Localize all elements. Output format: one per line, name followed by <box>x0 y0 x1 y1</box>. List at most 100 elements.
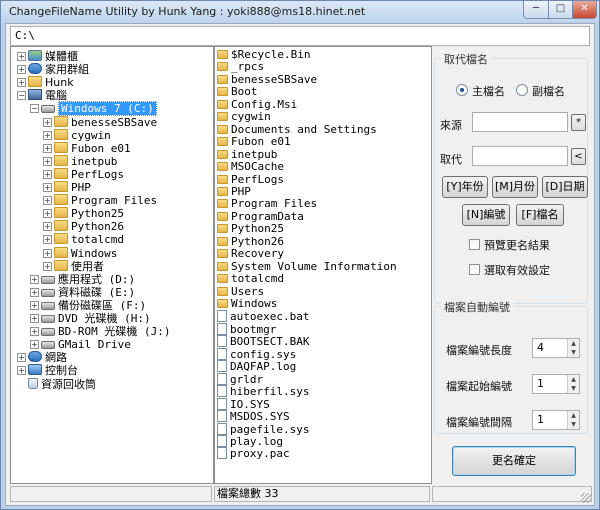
close-button[interactable]: ✕ <box>572 1 597 19</box>
expand-icon[interactable]: + <box>43 248 52 258</box>
folder-tree[interactable]: + 媒體櫃 + 家用群組 + Hunk − 電腦 − Windows 7 (C:) + benesse… <box>10 46 214 484</box>
tree-item[interactable]: − Windows 7 (C:) <box>30 101 157 117</box>
file-list-item[interactable]: bootmgr <box>217 322 276 335</box>
number-step-stepper[interactable]: 1 ▲ ▼ <box>532 410 580 430</box>
expand-icon[interactable]: + <box>17 65 26 75</box>
expand-icon[interactable]: + <box>43 235 52 245</box>
file-list-item[interactable]: IO.SYS <box>217 397 270 410</box>
tree-item[interactable]: − 電腦 <box>17 89 67 102</box>
replace-insert-button[interactable]: < <box>571 148 586 165</box>
tree-item[interactable]: + inetpub <box>43 154 117 168</box>
expand-icon[interactable]: + <box>43 222 52 232</box>
file-list[interactable]: $Recycle.Bin _rpcs benesseSBSave Boot Config… <box>214 46 432 484</box>
expand-icon[interactable]: + <box>17 78 26 88</box>
expand-icon[interactable]: + <box>43 156 52 166</box>
title-bar[interactable]: ChangeFileName Utility by Hunk Yang : yo… <box>1 1 599 23</box>
tree-item[interactable]: + 資料磁碟 (E:) <box>30 286 135 299</box>
expand-icon[interactable]: + <box>30 274 39 284</box>
stepper-down-icon[interactable]: ▼ <box>567 420 579 429</box>
radio-main-filename[interactable] <box>456 84 468 96</box>
insert-month-button[interactable]: [M]月份 <box>492 176 538 198</box>
expand-icon[interactable]: + <box>43 117 52 127</box>
tree-item[interactable]: + BD-ROM 光碟機 (J:) <box>30 325 170 338</box>
file-list-item[interactable]: hiberfil.sys <box>217 385 309 398</box>
file-list-item[interactable]: MSDOS.SYS <box>217 410 290 423</box>
file-list-item[interactable]: BOOTSECT.BAK <box>217 335 309 348</box>
expand-icon[interactable]: + <box>43 130 52 140</box>
expand-icon[interactable]: + <box>17 52 26 61</box>
tree-item[interactable]: + Python25 <box>43 207 124 220</box>
expand-icon[interactable]: + <box>43 209 52 219</box>
expand-icon[interactable]: + <box>43 169 52 179</box>
tree-item[interactable]: + Fubon e01 <box>43 141 131 155</box>
start-number-stepper[interactable]: 1 ▲ ▼ <box>532 374 580 394</box>
tree-item[interactable]: + 應用程式 (D:) <box>30 273 135 286</box>
tree-item[interactable]: + totalcmd <box>43 233 124 246</box>
expand-icon[interactable]: + <box>43 183 52 192</box>
tree-item-label: benesseSBSave <box>71 115 158 129</box>
file-list-item[interactable]: proxy.pac <box>217 447 290 460</box>
tree-item[interactable]: 資源回收筒 <box>17 377 96 391</box>
drive-icon <box>41 105 55 114</box>
tree-item[interactable]: + 使用者 <box>43 259 104 273</box>
tree-item[interactable]: + Python26 <box>43 220 124 233</box>
tree-item[interactable]: + Windows <box>43 246 117 260</box>
tree-item[interactable]: + PerfLogs <box>43 167 124 181</box>
stepper-down-icon[interactable]: ▼ <box>567 384 579 393</box>
tree-item[interactable]: + cygwin <box>43 128 111 142</box>
expand-icon[interactable]: + <box>30 287 39 297</box>
expand-icon[interactable]: + <box>43 261 52 271</box>
expand-icon[interactable]: + <box>30 300 39 310</box>
stepper-up-icon[interactable]: ▲ <box>567 411 579 420</box>
file-list-item[interactable]: play.log <box>217 434 283 447</box>
confirm-rename-button[interactable]: 更名確定 <box>452 446 576 476</box>
insert-year-button[interactable]: [Y]年份 <box>442 176 488 198</box>
expand-icon[interactable]: + <box>17 353 26 363</box>
expand-icon[interactable]: + <box>30 327 39 337</box>
folder-icon <box>217 236 228 246</box>
file-list-item[interactable]: pagefile.sys <box>217 422 309 435</box>
tree-item[interactable]: + 控制台 <box>17 364 78 377</box>
file-list-item[interactable]: Windows <box>217 298 277 310</box>
tree-item[interactable]: + 家用群組 <box>17 63 89 76</box>
select-valid-checkbox[interactable] <box>469 264 480 275</box>
tree-item[interactable]: + Hunk <box>17 76 74 89</box>
expand-icon[interactable]: + <box>17 366 26 376</box>
tree-item[interactable]: + Program Files <box>43 194 157 207</box>
expand-icon[interactable] <box>17 378 26 387</box>
expand-icon[interactable]: + <box>43 196 52 206</box>
expand-icon[interactable]: + <box>30 314 39 323</box>
source-wildcard-button[interactable]: * <box>571 114 586 131</box>
insert-number-button[interactable]: [N]編號 <box>462 204 510 226</box>
resize-grip[interactable] <box>581 493 591 503</box>
collapse-icon[interactable]: − <box>17 91 26 101</box>
path-input[interactable]: C:\ <box>10 26 590 46</box>
file-list-item[interactable]: config.sys <box>217 347 296 360</box>
tree-item[interactable]: + PHP <box>43 181 91 194</box>
replace-input[interactable] <box>472 146 568 166</box>
tree-item[interactable]: + DVD 光碟機 (H:) <box>30 312 151 325</box>
stepper-up-icon[interactable]: ▲ <box>567 375 579 384</box>
preview-result-checkbox[interactable] <box>469 239 480 250</box>
expand-icon[interactable]: + <box>43 143 52 153</box>
file-list-item[interactable]: autoexec.bat <box>217 310 309 323</box>
tree-item[interactable]: + 網路 <box>17 351 67 364</box>
radio-extension[interactable] <box>516 84 528 96</box>
tree-item[interactable]: + GMail Drive <box>30 338 131 351</box>
tree-item[interactable]: + benesseSBSave <box>43 115 158 129</box>
stepper-up-icon[interactable]: ▲ <box>567 339 579 348</box>
file-list-item[interactable]: grldr <box>217 372 263 385</box>
tree-item[interactable]: + 媒體櫃 <box>17 50 78 63</box>
collapse-icon[interactable]: − <box>30 104 39 114</box>
maximize-button[interactable]: □ <box>548 1 573 19</box>
number-length-stepper[interactable]: 4 ▲ ▼ <box>532 338 580 358</box>
minimize-button[interactable]: ─ <box>523 1 549 19</box>
expand-icon[interactable]: + <box>30 340 39 350</box>
insert-day-button[interactable]: [D]日期 <box>542 176 588 198</box>
stepper-down-icon[interactable]: ▼ <box>567 348 579 357</box>
file-list-item[interactable]: DAQFAP.log <box>217 360 296 373</box>
source-input[interactable] <box>472 112 568 132</box>
insert-filename-button[interactable]: [F]檔名 <box>516 204 564 226</box>
tree-item[interactable]: + 備份磁碟區 (F:) <box>30 299 146 312</box>
folder-icon <box>54 154 68 166</box>
